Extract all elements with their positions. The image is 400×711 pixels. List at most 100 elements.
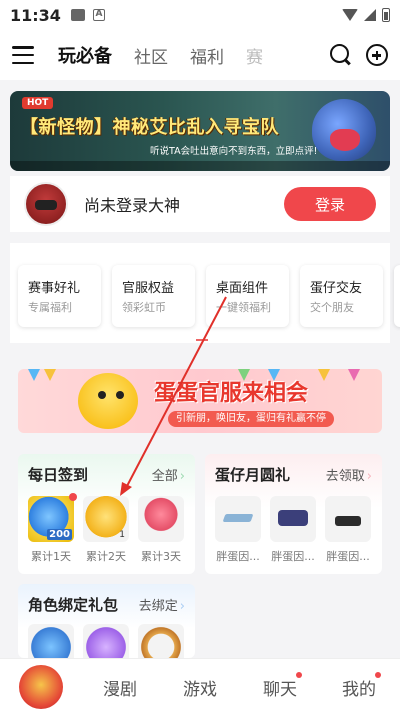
- promo-subtitle: 引新朋，唤旧友，蛋归有礼赢不停: [168, 411, 334, 427]
- quick-card-widget[interactable]: 桌面组件 一键领福利: [206, 265, 289, 327]
- daily-signin-title: 每日签到: [28, 465, 89, 484]
- tab-community[interactable]: 社区: [134, 43, 168, 68]
- signin-day-label: 累计3天: [141, 550, 181, 563]
- role-bind-more[interactable]: 去绑定 ›: [139, 595, 185, 614]
- daily-signin-card: 每日签到 全部 › 200 累计1天 1 累计2天 累计3天: [18, 454, 195, 574]
- signal-icon: [364, 9, 376, 21]
- coin-reward-icon: 200: [28, 493, 77, 542]
- mascot-illustration: [78, 373, 138, 429]
- banner-subtitle: 听说TA会吐出意向不到东西，立即点评!: [150, 146, 318, 157]
- menu-icon[interactable]: [12, 46, 34, 64]
- reward-count: 200: [47, 529, 72, 540]
- monthly-gift-card: 蛋仔月圆礼 去领取 › 胖蛋因... 胖蛋因... 胖蛋因...: [205, 454, 382, 574]
- new-dot: [69, 493, 77, 501]
- gallery-icon: [70, 9, 85, 21]
- promo-banner[interactable]: 蛋蛋官服来相会 引新朋，唤旧友，蛋归有礼赢不停: [18, 369, 382, 433]
- avatar[interactable]: [24, 182, 68, 226]
- quick-card-title: 桌面组件: [216, 281, 269, 296]
- quick-card-official[interactable]: 官服权益 领彩虹币: [112, 265, 195, 327]
- more-label: 全部: [151, 468, 178, 484]
- rose-reward-icon: [138, 496, 184, 542]
- gift-item-1[interactable]: 胖蛋因...: [215, 496, 261, 564]
- banner-stats-strip: [10, 161, 390, 171]
- chevron-right-icon: ›: [366, 468, 372, 484]
- chat-new-dot: [296, 672, 302, 678]
- chevron-right-icon: ›: [179, 468, 185, 484]
- daily-signin-more[interactable]: 全部 ›: [152, 465, 185, 484]
- outfit-shape: [278, 510, 308, 526]
- nav-games[interactable]: 游戏: [183, 675, 217, 700]
- nav-me[interactable]: 我的: [342, 675, 376, 700]
- chevron-right-icon: ›: [179, 598, 185, 614]
- gift-item-label: 胖蛋因...: [216, 550, 260, 563]
- status-bar: 11:34 A: [0, 0, 400, 30]
- role-gift-1[interactable]: [28, 624, 74, 658]
- quick-card-sub: 专属福利: [28, 301, 72, 314]
- gift-item-label: 胖蛋因...: [271, 550, 315, 563]
- more-label: 去绑定: [138, 598, 178, 614]
- quick-card-friends[interactable]: 蛋仔交友 交个朋友: [300, 265, 383, 327]
- hat-shape: [222, 514, 254, 522]
- quick-card-events[interactable]: 赛事好礼 专属福利: [18, 265, 101, 327]
- quick-card-partial[interactable]: [394, 265, 400, 327]
- home-mascot-icon[interactable]: [19, 665, 63, 709]
- flag-decor: [348, 369, 360, 381]
- shoes-shape: [335, 516, 361, 526]
- banner-title: 【新怪物】神秘艾比乱入寻宝队: [20, 117, 279, 138]
- quick-card-sub: 交个朋友: [310, 301, 354, 314]
- quick-card-sub: 一键领福利: [216, 301, 271, 314]
- signin-day-label: 累计1天: [31, 550, 71, 563]
- tab-wanbibei[interactable]: 玩必备: [58, 42, 112, 68]
- nav-comics[interactable]: 漫剧: [103, 675, 137, 700]
- flag-decor: [28, 369, 40, 381]
- role-gift-2[interactable]: [83, 624, 129, 658]
- hot-badge: HOT: [22, 97, 54, 109]
- gift-item-3[interactable]: 胖蛋因...: [325, 496, 371, 564]
- top-tabs: 玩必备 社区 福利 赛: [58, 42, 330, 68]
- purple-orb-icon: [83, 624, 129, 658]
- hat-item-icon: [215, 496, 261, 542]
- battery-icon: [382, 8, 390, 22]
- crown-reward-icon: 1: [83, 496, 129, 542]
- quick-card-title: 官服权益: [122, 281, 175, 296]
- me-new-dot: [375, 672, 381, 678]
- add-icon[interactable]: [366, 44, 388, 66]
- tab-welfare[interactable]: 福利: [190, 43, 224, 68]
- gift-item-label: 胖蛋因...: [326, 550, 370, 563]
- quick-entries: 赛事好礼 专属福利 官服权益 领彩虹币 桌面组件 一键领福利 蛋仔交友 交个朋友: [10, 243, 400, 343]
- signin-day-label: 累计2天: [86, 550, 126, 563]
- login-prompt: 尚未登录大神: [84, 196, 181, 215]
- monster-mouth: [330, 129, 360, 151]
- gift-item-2[interactable]: 胖蛋因...: [270, 496, 316, 564]
- ring-icon: [138, 624, 184, 658]
- notification-a-icon: A: [92, 9, 105, 21]
- wifi-icon: [342, 9, 358, 21]
- quick-card-title: 蛋仔交友: [310, 281, 363, 296]
- flag-decor: [44, 369, 56, 381]
- signin-day-3[interactable]: 累计3天: [138, 496, 184, 564]
- outfit-item-icon: [270, 496, 316, 542]
- promo-title: 蛋蛋官服来相会: [154, 381, 309, 406]
- hero-banner[interactable]: HOT 【新怪物】神秘艾比乱入寻宝队 听说TA会吐出意向不到东西，立即点评!: [10, 91, 390, 171]
- bottom-nav: 漫剧 游戏 聊天 我的: [0, 658, 400, 711]
- mascot-eye: [116, 391, 124, 399]
- monthly-gift-more[interactable]: 去领取 ›: [326, 465, 372, 484]
- mascot-eye: [98, 391, 106, 399]
- flag-decor: [318, 369, 330, 381]
- tab-events[interactable]: 赛: [246, 43, 263, 68]
- signin-day-1[interactable]: 200 累计1天: [28, 493, 77, 564]
- status-time: 11:34: [10, 5, 61, 25]
- search-icon[interactable]: [330, 44, 352, 66]
- role-bind-title: 角色绑定礼包: [28, 595, 119, 614]
- signin-day-2[interactable]: 1 累计2天: [83, 496, 129, 564]
- login-row: 尚未登录大神 登录: [10, 176, 390, 232]
- top-header: 玩必备 社区 福利 赛: [0, 30, 400, 80]
- blue-orb-icon: [28, 624, 74, 658]
- shoes-item-icon: [325, 496, 371, 542]
- monthly-gift-title: 蛋仔月圆礼: [215, 465, 291, 484]
- nav-chat[interactable]: 聊天: [263, 675, 297, 700]
- scroll-indicator: [196, 339, 208, 341]
- role-gift-3[interactable]: [138, 624, 184, 658]
- login-button[interactable]: 登录: [284, 187, 376, 221]
- role-bind-card: 角色绑定礼包 去绑定 ›: [18, 584, 195, 658]
